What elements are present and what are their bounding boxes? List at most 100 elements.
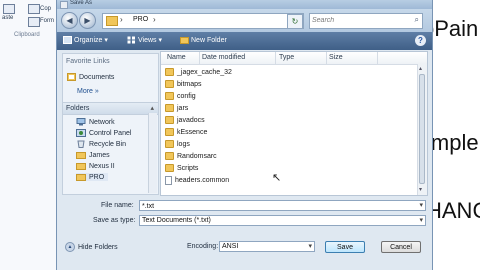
file-name: Scripts <box>177 164 199 172</box>
scrollbar-thumb[interactable] <box>419 74 425 184</box>
back-button[interactable]: ◀ <box>61 12 78 29</box>
tree-item-label: Recycle Bin <box>89 140 126 148</box>
title-bar[interactable]: Save As <box>57 0 432 9</box>
forward-button[interactable]: ▶ <box>79 12 96 29</box>
file-list-scrollbar[interactable]: ▴ ▾ <box>417 64 427 195</box>
command-toolbar: Organize ▾ Views ▾ New Folder ? <box>57 32 432 50</box>
encoding-label: Encoding: <box>187 243 219 250</box>
column-divider <box>199 52 200 64</box>
copy-label: Cop <box>40 6 52 12</box>
navigation-pane: Favorite Links Documents More » Folders … <box>62 53 159 195</box>
folder-icon <box>165 140 174 148</box>
views-button[interactable]: Views ▾ <box>127 36 162 44</box>
scroll-up-icon[interactable]: ▴ <box>419 65 422 72</box>
folder-icon <box>165 104 174 112</box>
column-date-modified[interactable]: Date modified <box>202 54 245 61</box>
tree-item-control-panel[interactable]: Control Panel <box>76 129 131 137</box>
dialog-icon <box>60 1 68 9</box>
folders-header[interactable]: Folders ▴ <box>63 102 158 115</box>
tree-item-nexus-ii[interactable]: Nexus II <box>76 162 115 170</box>
cancel-button[interactable]: Cancel <box>381 241 421 253</box>
file-name-input[interactable] <box>142 202 399 210</box>
file-row[interactable]: headers.common <box>165 176 229 185</box>
refresh-button[interactable]: ↻ <box>287 14 303 29</box>
new-folder-icon <box>180 37 189 44</box>
tree-item-label: James <box>89 151 110 159</box>
paste-label: aste <box>2 15 14 21</box>
search-box[interactable]: ⌕ <box>309 13 423 29</box>
encoding-select[interactable]: ANSI ▾ <box>219 241 315 252</box>
views-icon <box>127 36 135 44</box>
forward-arrow-icon: ▶ <box>84 16 91 25</box>
chevron-down-icon[interactable]: ▾ <box>419 216 423 224</box>
save-as-type-select[interactable]: Text Documents (*.txt) ▾ <box>139 215 426 226</box>
file-row[interactable]: _jagex_cache_32 <box>165 68 232 76</box>
chevron-down-icon[interactable]: ▾ <box>419 201 423 209</box>
column-size[interactable]: Size <box>329 54 343 61</box>
tree-item-recycle-bin[interactable]: Recycle Bin <box>76 140 126 148</box>
hide-folders-button[interactable]: ▲ Hide Folders <box>65 242 118 252</box>
file-name: javadocs <box>177 116 205 124</box>
tree-item-james[interactable]: James <box>76 151 110 159</box>
file-name: headers.common <box>175 177 230 184</box>
folders-scrollbar[interactable] <box>148 113 157 193</box>
column-divider <box>326 52 327 64</box>
file-name: config <box>177 92 196 100</box>
file-row[interactable]: Scripts <box>165 164 198 172</box>
organize-button[interactable]: Organize ▾ <box>63 36 108 44</box>
breadcrumb-arrow-icon[interactable]: › <box>153 15 156 24</box>
organize-icon <box>63 36 72 44</box>
file-row[interactable]: javadocs <box>165 116 205 124</box>
views-label: Views <box>138 36 157 44</box>
tree-item-label: PRO <box>89 173 105 181</box>
folder-icon <box>76 174 86 181</box>
breadcrumb-arrow-icon[interactable]: › <box>120 15 123 24</box>
folder-icon <box>165 68 174 76</box>
file-name-field[interactable]: ▾ <box>139 200 426 211</box>
more-links[interactable]: More » <box>77 88 99 95</box>
file-row[interactable]: logs <box>165 140 190 148</box>
favorite-link-documents[interactable]: Documents <box>67 73 114 81</box>
save-as-type-label: Save as type: <box>93 217 136 224</box>
search-input[interactable] <box>312 15 402 26</box>
folder-icon <box>165 152 174 160</box>
documents-icon <box>67 73 76 81</box>
file-row[interactable]: jars <box>165 104 188 112</box>
bottom-bar: ▲ Hide Folders Encoding: ANSI ▾ Save Can… <box>57 234 432 270</box>
save-as-type-value: Text Documents (*.txt) <box>142 217 211 224</box>
file-list: Name Date modified Type Size _jagex_cach… <box>160 51 428 196</box>
column-headers: Name Date modified Type Size <box>161 52 427 65</box>
file-row[interactable]: bitmaps <box>165 80 202 88</box>
bg-text-3: HANC <box>426 198 480 223</box>
column-type[interactable]: Type <box>279 54 294 61</box>
favorite-links-header: Favorite Links <box>66 58 110 65</box>
new-folder-button[interactable]: New Folder <box>180 36 227 44</box>
column-name[interactable]: Name <box>167 54 186 61</box>
copy-icon <box>28 4 40 14</box>
tree-item-network[interactable]: Network <box>76 118 115 126</box>
network-icon <box>76 118 86 126</box>
file-row[interactable]: Randomsarc <box>165 152 217 160</box>
folder-icon <box>165 80 174 88</box>
search-icon[interactable]: ⌕ <box>415 15 419 25</box>
file-row[interactable]: config <box>165 92 196 100</box>
chevron-up-icon: ▲ <box>65 242 75 252</box>
tree-item-pro[interactable]: PRO <box>76 173 109 181</box>
dialog-title: Save As <box>70 0 93 6</box>
control-panel-icon <box>76 129 86 137</box>
file-row[interactable]: kEssence <box>165 128 207 136</box>
address-bar[interactable]: › PRO › ▾ <box>102 13 304 29</box>
breadcrumb-pro[interactable]: PRO <box>133 16 148 23</box>
chevron-down-icon[interactable]: ▾ <box>308 242 312 250</box>
recycle-bin-icon <box>77 140 85 148</box>
organize-label: Organize <box>74 36 103 44</box>
folder-icon <box>165 128 174 136</box>
save-button[interactable]: Save <box>325 241 365 253</box>
file-name: jars <box>177 104 189 112</box>
help-icon[interactable]: ? <box>415 35 426 46</box>
file-name: Randomsarc <box>177 152 217 160</box>
scroll-down-icon[interactable]: ▾ <box>419 186 422 193</box>
tree-item-label: Control Panel <box>89 129 132 137</box>
back-arrow-icon: ◀ <box>66 16 73 25</box>
file-name: kEssence <box>177 128 208 136</box>
